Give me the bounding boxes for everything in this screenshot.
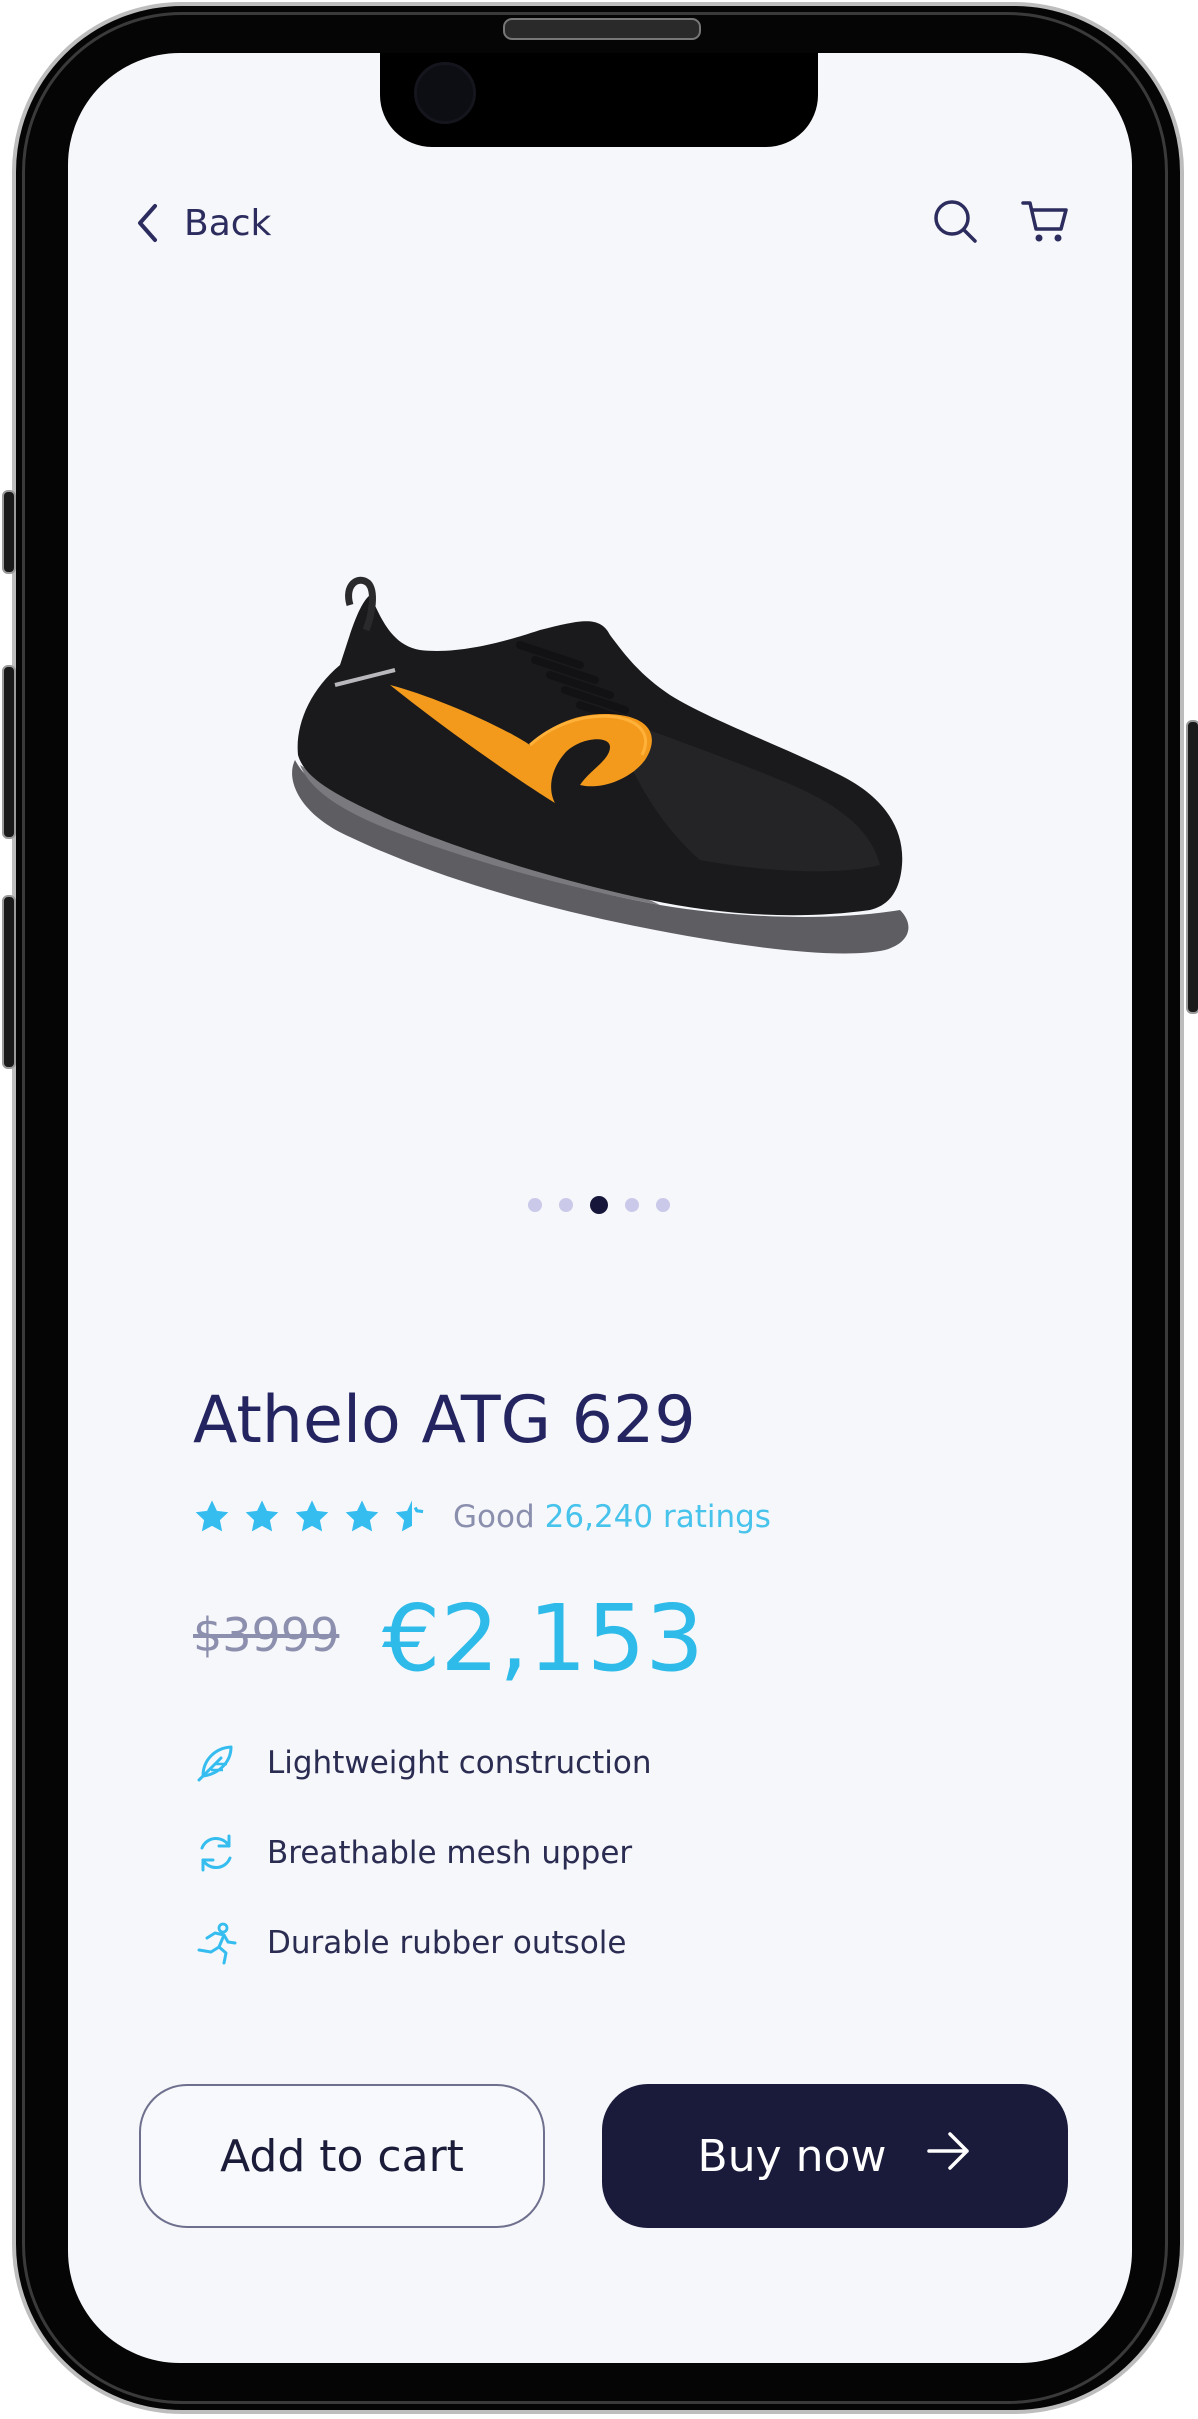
star-icon [195, 1500, 229, 1532]
star-half-icon [395, 1500, 424, 1532]
cart-button[interactable] [1020, 196, 1070, 248]
star-icon [295, 1500, 329, 1532]
feather-icon [193, 1740, 239, 1786]
arrow-right-icon [926, 2131, 972, 2182]
sale-price: €2,153 [382, 1585, 704, 1692]
speaker-grille [503, 18, 701, 40]
carousel-indicator [528, 1196, 670, 1214]
front-camera [414, 62, 476, 124]
original-price: $3999 [193, 1608, 340, 1662]
carousel-dot[interactable] [656, 1198, 670, 1212]
carousel-dot[interactable] [528, 1198, 542, 1212]
silent-switch [2, 490, 16, 574]
cart-icon [1021, 200, 1069, 247]
back-label: Back [184, 202, 272, 244]
rating-row: Good 26,240 ratings [193, 1498, 771, 1536]
star-rating [193, 1498, 431, 1536]
feature-item: Breathable mesh upper [193, 1830, 652, 1876]
feature-label: Durable rubber outsole [267, 1925, 627, 1961]
power-button [1186, 720, 1198, 1014]
product-image[interactable] [280, 575, 930, 995]
chevron-left-icon [136, 203, 158, 243]
product-title: Athelo ATG 629 [193, 1383, 696, 1458]
feature-list: Lightweight construction Breathable mesh… [193, 1740, 652, 2010]
feature-label: Lightweight construction [267, 1745, 652, 1781]
carousel-dot-active[interactable] [590, 1196, 608, 1214]
carousel-dot[interactable] [559, 1198, 573, 1212]
back-button[interactable]: Back [136, 198, 271, 248]
feature-item: Lightweight construction [193, 1740, 652, 1786]
ratings-count-link[interactable]: 26,240 ratings [545, 1499, 771, 1535]
star-icon [345, 1500, 379, 1532]
volume-up-button [2, 665, 16, 839]
rating-label: Good [453, 1499, 535, 1535]
runner-icon [193, 1920, 239, 1966]
refresh-icon [193, 1830, 239, 1876]
search-icon [932, 199, 978, 247]
volume-down-button [2, 895, 16, 1069]
buy-now-label: Buy now [697, 2130, 887, 2182]
feature-label: Breathable mesh upper [267, 1835, 633, 1871]
search-button[interactable] [930, 196, 980, 248]
buy-now-button[interactable]: Buy now [602, 2084, 1068, 2228]
star-icon [245, 1500, 279, 1532]
add-to-cart-button[interactable]: Add to cart [139, 2084, 545, 2228]
feature-item: Durable rubber outsole [193, 1920, 652, 1966]
carousel-dot[interactable] [625, 1198, 639, 1212]
